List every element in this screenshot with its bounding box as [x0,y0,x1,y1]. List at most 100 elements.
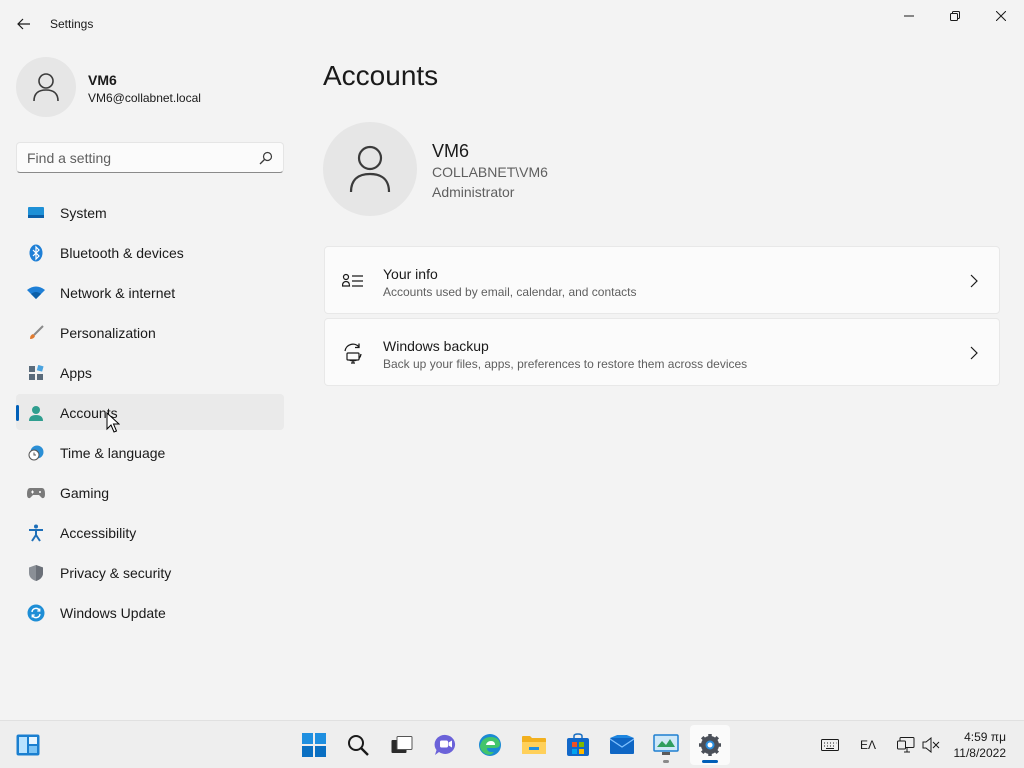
sidebar-item-time-language[interactable]: Time & language [16,434,284,470]
task-view-button[interactable] [382,725,422,765]
minimize-button[interactable] [886,0,932,32]
store-icon [567,733,589,756]
task-view-icon [391,736,413,753]
minimize-icon [904,15,914,17]
chevron-right-icon [970,274,978,288]
mail-button[interactable] [602,725,642,765]
account-summary: VM6 COLLABNET\VM6 Administrator [323,122,823,218]
avatar-large [323,122,417,216]
mouse-cursor-icon [106,412,120,433]
search-icon [348,735,369,756]
sidebar-item-label: System [60,205,107,221]
user-profile[interactable]: VM6 VM6@collabnet.local [16,57,286,119]
restore-icon [950,11,960,21]
active-app-indicator [702,760,718,763]
sidebar-item-accounts[interactable]: Accounts [16,394,284,430]
close-icon [996,11,1006,21]
close-button[interactable] [978,0,1024,32]
sidebar-item-label: Privacy & security [60,565,172,581]
chat-button[interactable] [426,725,466,765]
card-subtitle: Accounts used by email, calendar, and co… [383,285,637,299]
restore-button[interactable] [932,0,978,32]
bluetooth-icon [27,244,45,262]
sidebar-item-label: Windows Update [60,605,166,621]
language-indicator[interactable]: ΕΛ [854,735,882,755]
sidebar-item-system[interactable]: System [16,194,284,230]
person-icon [27,404,45,422]
card-title: Windows backup [383,338,489,354]
keyboard-icon [821,739,839,751]
settings-window: Settings VM6 VM6@collabnet.local Find a … [0,0,1024,720]
system-icon [27,204,45,222]
account-domain: COLLABNET\VM6 [432,164,548,180]
sidebar-item-network[interactable]: Network & internet [16,274,284,310]
network-icon [897,737,915,753]
active-indicator [16,405,19,421]
sidebar-item-label: Personalization [60,325,156,341]
keyboard-tray-button[interactable] [819,735,841,755]
sidebar-item-gaming[interactable]: Gaming [16,474,284,510]
gamepad-icon [27,484,45,502]
taskbar-search-button[interactable] [338,725,378,765]
start-button[interactable] [294,725,334,765]
search-icon[interactable] [259,151,273,165]
taskbar: ΕΛ 4:59 πμ 11/8/2022 [0,720,1024,768]
sidebar-item-bluetooth[interactable]: Bluetooth & devices [16,234,284,270]
wifi-icon [27,284,45,302]
gear-icon [699,734,721,756]
sidebar-item-accessibility[interactable]: Accessibility [16,514,284,550]
shield-icon [27,564,45,582]
account-name: VM6 [432,141,470,161]
back-arrow-icon [17,18,30,30]
volume-tray-icon[interactable] [921,735,941,755]
your-info-card[interactable]: Your info Accounts used by email, calend… [324,246,1000,314]
accessibility-icon [27,524,45,542]
windows-backup-card[interactable]: Windows backup Back up your files, apps,… [324,318,1000,386]
search-input[interactable] [27,149,247,167]
apps-icon [27,364,45,382]
clock[interactable]: 4:59 πμ 11/8/2022 [954,729,1007,761]
card-title: Your info [383,266,438,282]
sidebar-item-label: Apps [60,365,92,381]
clock-date: 11/8/2022 [953,746,1007,760]
file-explorer-button[interactable] [514,725,554,765]
back-button[interactable] [10,12,38,36]
avatar [16,57,76,117]
folder-icon [522,736,546,754]
profile-email: VM6@collabnet.local [88,91,201,105]
sidebar-item-personalization[interactable]: Personalization [16,314,284,350]
chevron-right-icon [970,346,978,360]
sidebar-item-apps[interactable]: Apps [16,354,284,390]
clock-time: 4:59 πμ [964,730,1006,744]
app-title: Settings [50,17,94,31]
windows-logo-icon [302,733,326,757]
sidebar-nav: System Bluetooth & devices Network & int… [16,194,284,634]
store-button[interactable] [558,725,598,765]
edge-button[interactable] [470,725,510,765]
chat-icon [434,734,456,755]
sidebar-item-windows-update[interactable]: Windows Update [16,594,284,630]
remote-desktop-button[interactable] [646,725,686,765]
volume-muted-icon [922,737,940,753]
profile-name: VM6 [88,72,117,88]
sidebar-item-label: Accessibility [60,525,137,541]
account-role: Administrator [432,184,515,200]
widgets-icon [16,734,40,756]
update-icon [27,604,45,622]
running-indicator [663,760,669,763]
settings-taskbar-button[interactable] [690,725,730,765]
sidebar-item-label: Bluetooth & devices [60,245,184,261]
edge-browser-icon [479,734,501,756]
backup-icon [342,342,364,364]
user-silhouette-icon [349,145,391,193]
user-silhouette-icon [33,73,59,102]
sidebar-item-label: Time & language [60,445,166,461]
sidebar-item-label: Gaming [60,485,110,501]
remote-desktop-icon [653,734,679,755]
page-title: Accounts [323,60,439,91]
title-bar: Settings [0,0,1024,48]
sidebar-item-privacy[interactable]: Privacy & security [16,554,284,590]
widgets-button[interactable] [8,725,48,765]
search-box[interactable] [16,142,284,173]
network-tray-icon[interactable] [896,735,916,755]
